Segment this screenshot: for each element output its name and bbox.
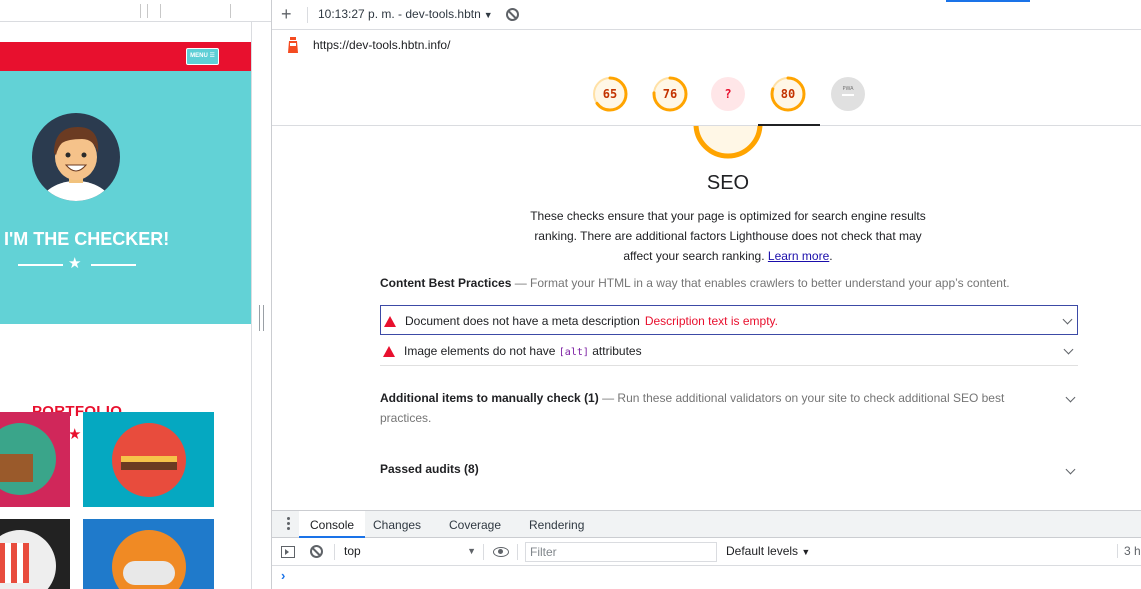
tab-changes[interactable]: Changes xyxy=(373,518,421,532)
gauge-pwa[interactable]: PWA xyxy=(830,76,866,112)
live-expression-eye-icon[interactable] xyxy=(493,547,509,557)
group-count: (1) xyxy=(584,391,599,405)
gauge-value: PWA xyxy=(842,86,854,92)
hero-divider: ★ xyxy=(18,255,136,272)
fail-triangle-icon xyxy=(383,346,395,357)
group-passed-audits[interactable]: Passed audits (8) xyxy=(380,462,479,476)
toolbar-separator xyxy=(147,4,148,18)
dropdown-arrow-icon: ▼ xyxy=(801,547,811,557)
seo-report: SEO These checks ensure that your page i… xyxy=(272,126,1141,510)
avatar xyxy=(32,113,120,201)
toolbar-separator xyxy=(307,7,308,23)
hidden-messages-count: 3 hid xyxy=(1117,544,1141,558)
report-selector[interactable]: 10:13:27 p. m. - dev-tools.hbtn ▼ xyxy=(318,7,493,21)
active-tab-indicator xyxy=(946,0,1030,2)
report-url-bar: https://dev-tools.hbtn.info/ xyxy=(272,30,1141,60)
clear-console-icon[interactable] xyxy=(310,545,323,558)
learn-more-link[interactable]: Learn more xyxy=(768,249,829,263)
chevron-down-icon[interactable] xyxy=(1062,314,1073,325)
log-levels-dropdown[interactable]: Default levels ▼ xyxy=(726,544,810,558)
group-content-best-practices: Content Best Practices — Format your HTM… xyxy=(380,276,1010,290)
tab-coverage[interactable]: Coverage xyxy=(449,518,501,532)
category-description: These checks ensure that your page is op… xyxy=(530,209,926,263)
group-title: Passed audits xyxy=(380,462,461,476)
chevron-down-icon[interactable] xyxy=(1065,392,1076,403)
toolbar-separator xyxy=(140,4,141,18)
fail-triangle-icon xyxy=(384,316,396,327)
context-selector[interactable]: top ▼ xyxy=(344,544,476,558)
site-frame: MENU ☰ , I'M THE CHECKER! ★ PORTFOLIO ★ xyxy=(0,42,251,589)
log-levels-label: Default levels xyxy=(726,544,799,558)
group-description: — Format your HTML in a way that enables… xyxy=(514,276,1010,290)
panel-splitter[interactable] xyxy=(251,22,271,589)
gauge-best-practices[interactable]: ? xyxy=(710,76,746,112)
audit-title: Document does not have a meta descriptio… xyxy=(405,314,778,328)
audit-error: Description text is empty. xyxy=(644,314,778,328)
gauge-accessibility[interactable]: 76 xyxy=(652,76,688,112)
gauge-value: 76 xyxy=(663,87,677,101)
lighthouse-toolbar: + 10:13:27 p. m. - dev-tools.hbtn ▼ xyxy=(272,0,1141,30)
portfolio-tile-cake[interactable] xyxy=(83,412,214,507)
console-toolbar: top ▼ Default levels ▼ 3 hid xyxy=(272,538,1141,566)
star-icon: ★ xyxy=(68,255,82,272)
audit-image-alt[interactable]: Image elements do not have [alt] attribu… xyxy=(380,336,1078,366)
dropdown-arrow-icon: ▼ xyxy=(467,546,476,556)
console-filter-input[interactable] xyxy=(525,542,717,562)
hero-section: , I'M THE CHECKER! ★ xyxy=(0,71,251,324)
toolbar-separator xyxy=(334,544,335,560)
tab-console[interactable]: Console xyxy=(299,511,366,538)
audit-code: [alt] xyxy=(558,347,589,358)
devtools-panel: + 10:13:27 p. m. - dev-tools.hbtn ▼ https… xyxy=(271,0,1141,589)
console-prompt-icon[interactable]: › xyxy=(281,568,285,583)
gauge-seo[interactable]: 80 xyxy=(770,76,806,112)
more-options-icon[interactable] xyxy=(287,517,291,531)
clear-reports-icon[interactable] xyxy=(506,8,519,21)
show-sidebar-icon[interactable] xyxy=(281,546,295,558)
group-count: (8) xyxy=(464,462,479,476)
screen: MENU ☰ , I'M THE CHECKER! ★ PORTFOLIO ★ … xyxy=(0,0,1141,589)
context-value: top xyxy=(344,544,361,558)
seo-large-gauge xyxy=(693,126,763,159)
gauge-performance[interactable]: 65 xyxy=(592,76,628,112)
category-title: SEO xyxy=(706,172,750,194)
report-url[interactable]: https://dev-tools.hbtn.info/ xyxy=(313,38,450,52)
tab-rendering[interactable]: Rendering xyxy=(529,518,584,532)
toolbar-separator xyxy=(160,4,161,18)
description-text: These checks ensure that your page is op… xyxy=(530,209,926,263)
lighthouse-icon xyxy=(288,37,298,53)
portfolio-tile-circus[interactable] xyxy=(0,519,70,589)
gauge-value: ? xyxy=(724,87,731,101)
preview-toolbar xyxy=(0,0,271,22)
console-drawer: Console Changes Coverage Rendering top ▼… xyxy=(272,510,1141,589)
portfolio-tile-cabin[interactable] xyxy=(0,412,70,507)
drag-handle-icon[interactable] xyxy=(259,305,264,331)
portfolio-tile-gamepad[interactable] xyxy=(83,519,214,589)
chevron-down-icon[interactable] xyxy=(1063,344,1074,355)
gauge-value: 80 xyxy=(781,87,795,101)
site-navbar: MENU ☰ xyxy=(0,42,251,71)
group-title: Content Best Practices xyxy=(380,276,512,290)
group-title: Additional items to manually check xyxy=(380,391,581,405)
menu-button[interactable]: MENU ☰ xyxy=(186,48,219,65)
new-report-button[interactable]: + xyxy=(281,4,292,24)
page-preview: MENU ☰ , I'M THE CHECKER! ★ PORTFOLIO ★ xyxy=(0,0,271,589)
hero-title: , I'M THE CHECKER! xyxy=(0,229,170,249)
chevron-down-icon[interactable] xyxy=(1065,464,1076,475)
drawer-tabbar: Console Changes Coverage Rendering xyxy=(272,511,1141,538)
star-icon: ★ xyxy=(68,426,82,443)
report-selector-label: 10:13:27 p. m. - dev-tools.hbtn xyxy=(318,7,481,21)
gauge-value: 65 xyxy=(603,87,617,101)
toolbar-separator xyxy=(517,544,518,560)
toolbar-separator xyxy=(483,544,484,560)
audit-meta-description[interactable]: Document does not have a meta descriptio… xyxy=(380,305,1078,335)
group-manual-checks[interactable]: Additional items to manually check (1) —… xyxy=(380,388,1030,428)
avatar-illustration xyxy=(39,127,113,201)
score-gauges: 65 76 ? 80 PWA xyxy=(272,60,1141,126)
dropdown-arrow-icon: ▼ xyxy=(483,10,493,20)
toolbar-separator xyxy=(230,4,231,18)
audit-title: Image elements do not have [alt] attribu… xyxy=(404,344,642,358)
